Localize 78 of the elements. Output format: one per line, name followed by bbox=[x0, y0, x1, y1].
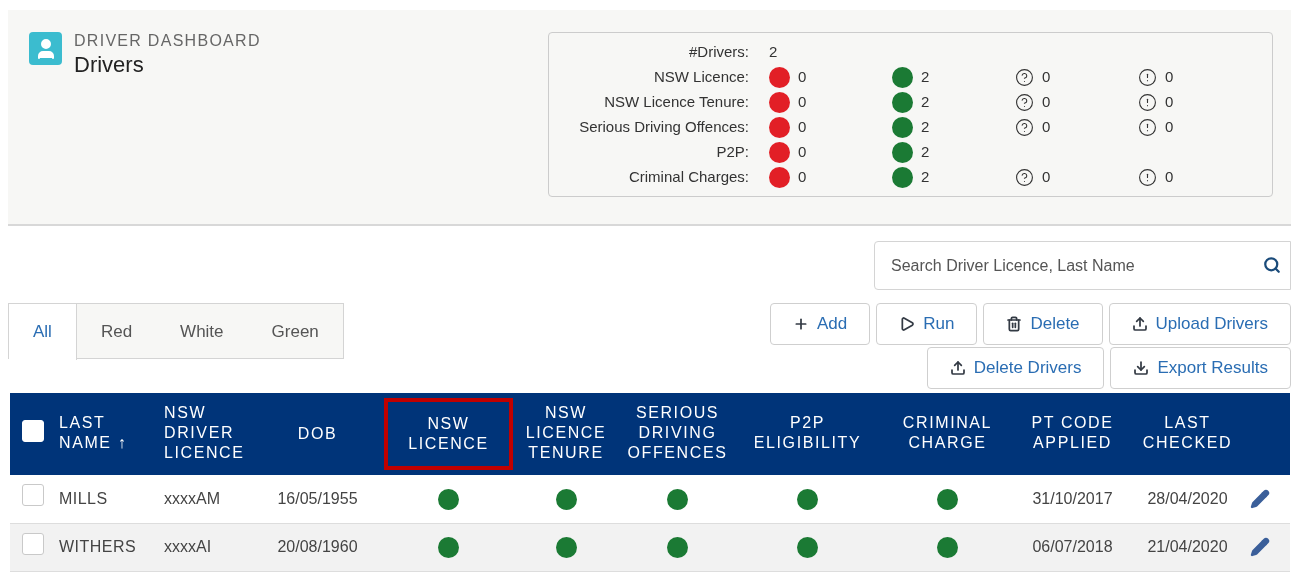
play-icon bbox=[899, 316, 916, 332]
action-button[interactable]: Add bbox=[770, 303, 871, 345]
table-cell: 16/05/1955 bbox=[277, 489, 358, 507]
summary-label: Serious Driving Offences: bbox=[578, 117, 750, 137]
table-cell: xxxxAI bbox=[164, 538, 212, 555]
action-button[interactable]: Delete bbox=[983, 303, 1103, 345]
table-cell: 28/04/2020 bbox=[1147, 489, 1228, 507]
column-header[interactable]: NSW DRIVER LICENCE bbox=[164, 403, 251, 463]
column-header[interactable]: NSW LICENCE bbox=[384, 398, 513, 470]
column-header[interactable]: DOB bbox=[297, 424, 338, 444]
summary-count: 0 bbox=[798, 167, 807, 187]
filter-tab[interactable]: White bbox=[156, 304, 248, 360]
table-cell: WITHERS bbox=[59, 538, 137, 555]
edit-icon[interactable] bbox=[1250, 537, 1270, 557]
page-title: Drivers bbox=[74, 51, 145, 79]
action-button[interactable]: Delete Drivers bbox=[926, 347, 1105, 389]
summary-count: 0 bbox=[1165, 167, 1174, 187]
upload-icon bbox=[1131, 316, 1148, 332]
summary-count: 2 bbox=[921, 67, 930, 87]
action-button[interactable]: Upload Drivers bbox=[1108, 303, 1291, 345]
summary-count: 0 bbox=[798, 67, 807, 87]
summary-count: 0 bbox=[1165, 117, 1174, 137]
summary-label: Criminal Charges: bbox=[627, 167, 750, 187]
summary-count: 0 bbox=[1165, 67, 1174, 87]
filter-tab[interactable]: All bbox=[9, 304, 77, 360]
column-header[interactable]: NSW LICENCE TENURE bbox=[521, 403, 611, 463]
alert-icon bbox=[1138, 167, 1157, 187]
column-header[interactable]: P2P ELIGIBILITY bbox=[744, 413, 871, 453]
question-icon bbox=[1015, 92, 1034, 112]
table-cell: 06/07/2018 bbox=[1032, 538, 1113, 555]
filter-tab[interactable]: Red bbox=[76, 304, 157, 360]
column-header[interactable]: LAST NAME ↑ bbox=[59, 413, 156, 453]
summary-count: 0 bbox=[1042, 92, 1051, 112]
filter-tab[interactable]: Green bbox=[247, 304, 343, 360]
summary-count: 0 bbox=[798, 92, 807, 112]
table-cell: 31/10/2017 bbox=[1032, 489, 1113, 507]
alert-icon bbox=[1138, 67, 1157, 87]
column-header[interactable]: SERIOUS DRIVING OFFENCES bbox=[619, 403, 736, 463]
search-field[interactable]: Search Driver Licence, Last Name bbox=[874, 241, 1291, 290]
summary-count: 0 bbox=[1042, 117, 1051, 137]
column-header[interactable]: CRIMINAL CHARGE bbox=[879, 413, 1016, 453]
summary-label: NSW Licence: bbox=[652, 67, 750, 87]
summary-label: NSW Licence Tenure: bbox=[603, 92, 750, 112]
trash-icon bbox=[1006, 316, 1023, 332]
table-cell: 20/08/1960 bbox=[277, 538, 358, 555]
summary-count: 0 bbox=[1042, 167, 1051, 187]
summary-count: 2 bbox=[921, 142, 930, 162]
summary-count: 2 bbox=[921, 167, 930, 187]
question-icon bbox=[1015, 117, 1034, 137]
alert-icon bbox=[1138, 117, 1157, 137]
checkbox[interactable] bbox=[21, 532, 44, 555]
summary-count: 0 bbox=[1042, 67, 1051, 87]
user-icon bbox=[29, 32, 62, 65]
column-header[interactable]: LAST CHECKED bbox=[1129, 413, 1246, 453]
question-icon bbox=[1015, 67, 1034, 87]
checkbox[interactable] bbox=[21, 484, 44, 507]
summary-label: P2P: bbox=[715, 142, 750, 162]
summary-count: 2 bbox=[769, 42, 779, 62]
download-icon bbox=[1133, 360, 1150, 376]
action-button[interactable]: Export Results bbox=[1110, 347, 1291, 389]
alert-icon bbox=[1138, 92, 1157, 112]
plus-icon bbox=[793, 316, 809, 332]
summary-label: #Drivers: bbox=[688, 42, 750, 62]
summary-count: 2 bbox=[921, 117, 930, 137]
summary-count: 0 bbox=[798, 117, 807, 137]
table-cell: xxxxAM bbox=[164, 489, 220, 507]
question-icon bbox=[1015, 167, 1034, 187]
summary-count: 0 bbox=[1165, 92, 1174, 112]
upload-icon bbox=[949, 360, 966, 376]
action-button[interactable]: Run bbox=[876, 303, 978, 345]
edit-icon[interactable] bbox=[1250, 488, 1270, 509]
search-icon bbox=[1263, 256, 1281, 274]
table-cell: 21/04/2020 bbox=[1147, 538, 1228, 555]
page-eyebrow: DRIVER DASHBOARD bbox=[74, 31, 261, 51]
column-header[interactable]: PT CODE APPLIED bbox=[1024, 413, 1121, 453]
table-cell: MILLS bbox=[59, 489, 108, 507]
summary-count: 0 bbox=[798, 142, 807, 162]
summary-count: 2 bbox=[921, 92, 930, 112]
